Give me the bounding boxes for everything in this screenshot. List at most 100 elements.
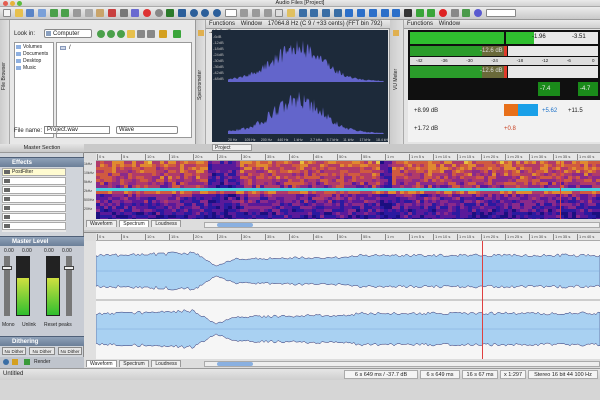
vu-meter-side-tab[interactable]: VU Meter <box>390 20 404 144</box>
root-item[interactable]: / <box>69 45 71 51</box>
effect-slot[interactable] <box>2 177 66 185</box>
reset-peaks-button[interactable]: Reset peaks <box>44 322 72 328</box>
list-view-icon[interactable] <box>137 30 145 38</box>
spectrogram-scrollbar[interactable] <box>204 222 600 228</box>
detail-view-icon[interactable] <box>147 30 155 38</box>
zoom-in-icon[interactable] <box>189 9 198 17</box>
vu-menu-window[interactable]: Window <box>439 21 460 27</box>
effect-slot[interactable] <box>2 204 66 212</box>
master-level-header[interactable]: Master Level <box>0 236 84 246</box>
spectrogram-tab-spectrum[interactable]: Spectrum <box>119 220 149 227</box>
spectrogram-tab-waveform[interactable]: Waveform <box>86 220 117 227</box>
preset-dropdown[interactable] <box>485 9 516 17</box>
file-name-input[interactable]: Project.wav <box>44 126 110 134</box>
loop-icon[interactable] <box>178 9 187 17</box>
file-browser-side-tab[interactable]: File Browser <box>0 20 10 144</box>
go-end-icon[interactable] <box>380 9 389 17</box>
level-fader-left[interactable] <box>2 256 12 316</box>
vu-pencil-icon[interactable] <box>393 30 399 36</box>
markers-icon[interactable] <box>310 9 319 17</box>
spectrometer-menu-functions[interactable]: Functions <box>209 21 235 27</box>
envelope-icon[interactable] <box>333 9 342 17</box>
dither-button-2[interactable]: No Dither <box>29 347 55 355</box>
mono-button[interactable]: Mono <box>2 322 15 328</box>
effects-header[interactable]: Effects <box>0 157 84 167</box>
open-file-icon[interactable] <box>14 9 23 17</box>
stop-icon[interactable] <box>403 9 412 17</box>
dither-button-3[interactable]: No Dither <box>58 347 82 355</box>
nudge-icon[interactable] <box>298 9 307 17</box>
effect-slot[interactable]: PostFilter <box>2 168 66 176</box>
loop-play-icon[interactable] <box>392 9 401 17</box>
spectrogram-canvas[interactable] <box>96 161 600 219</box>
effect-slot[interactable] <box>2 213 66 221</box>
render-button[interactable]: Render <box>34 359 50 365</box>
new-file-icon[interactable] <box>3 9 11 17</box>
zoom-value[interactable] <box>224 9 237 17</box>
forward-icon[interactable] <box>107 30 115 38</box>
record-icon[interactable] <box>143 9 152 17</box>
waveform-cursor[interactable] <box>482 241 483 359</box>
snap-icon[interactable] <box>240 9 249 17</box>
waveform-canvas[interactable] <box>96 241 600 359</box>
paste-icon[interactable] <box>96 9 105 17</box>
region-icon[interactable] <box>322 9 331 17</box>
cut-icon[interactable] <box>73 9 82 17</box>
spectrogram-tab-loudness[interactable]: Loudness <box>151 220 182 227</box>
effect-slot[interactable] <box>2 222 66 230</box>
save-icon[interactable] <box>26 9 35 17</box>
zoom-out-icon[interactable] <box>201 9 210 17</box>
monitor-icon[interactable] <box>450 9 459 17</box>
back-icon[interactable] <box>97 30 105 38</box>
select-icon[interactable] <box>252 9 261 17</box>
preview-play-icon[interactable] <box>173 30 181 38</box>
magnify-icon[interactable] <box>275 9 284 17</box>
go-start-icon[interactable] <box>345 9 354 17</box>
delete-icon[interactable] <box>108 9 117 17</box>
render-icon[interactable] <box>24 359 30 365</box>
vu-menu-functions[interactable]: Functions <box>407 21 433 27</box>
help-icon[interactable] <box>473 9 482 17</box>
folder-item[interactable]: Documents <box>15 51 53 57</box>
up-folder-icon[interactable] <box>117 30 125 38</box>
folder-item[interactable]: Music <box>15 65 53 71</box>
fast-forward-icon[interactable] <box>368 9 377 17</box>
undo-icon[interactable] <box>49 9 58 17</box>
spectrogram-scroll-thumb[interactable] <box>217 223 253 227</box>
rewind-icon[interactable] <box>357 9 366 17</box>
redo-icon[interactable] <box>61 9 70 17</box>
record-transport-icon[interactable] <box>438 9 447 17</box>
waveform-scrollbar[interactable] <box>204 361 600 367</box>
pencil-icon[interactable] <box>287 9 296 17</box>
waveform-tab-loudness[interactable]: Loudness <box>151 360 182 367</box>
spectrometer-side-tab[interactable]: Spectrometer <box>196 20 206 144</box>
lock-icon[interactable] <box>12 359 18 365</box>
bypass-icon[interactable] <box>3 359 9 365</box>
grid-icon[interactable] <box>263 9 272 17</box>
trim-icon[interactable] <box>119 9 128 17</box>
mark-icon[interactable] <box>166 9 175 17</box>
zoom-fit-icon[interactable] <box>213 9 222 17</box>
folder-item[interactable]: Volumes <box>15 44 53 50</box>
folder-item[interactable]: Desktop <box>15 58 53 64</box>
bookmark-icon[interactable] <box>159 30 167 38</box>
level-fader-right[interactable] <box>64 256 74 316</box>
unlink-button[interactable]: Unlink <box>22 322 36 328</box>
waveform-tab-spectrum[interactable]: Spectrum <box>119 360 149 367</box>
sync-icon[interactable] <box>462 9 471 17</box>
format-dropdown[interactable]: Wave <box>116 126 178 134</box>
spectrometer-menu-window[interactable]: Window <box>241 21 262 27</box>
dithering-header[interactable]: Dithering <box>0 336 84 346</box>
waveform-scroll-thumb[interactable] <box>217 362 253 366</box>
waveform-tab-waveform[interactable]: Waveform <box>86 360 117 367</box>
save-as-icon[interactable] <box>38 9 47 17</box>
effect-slot[interactable] <box>2 186 66 194</box>
look-in-dropdown[interactable]: Computer <box>44 29 92 38</box>
settings-icon[interactable] <box>154 9 163 17</box>
effect-slot[interactable] <box>2 195 66 203</box>
copy-icon[interactable] <box>84 9 93 17</box>
dither-button-1[interactable]: No Dither <box>2 347 26 355</box>
pencil-tool-icon[interactable] <box>198 30 204 36</box>
project-tab[interactable]: Project <box>212 144 252 151</box>
mix-icon[interactable] <box>131 9 140 17</box>
